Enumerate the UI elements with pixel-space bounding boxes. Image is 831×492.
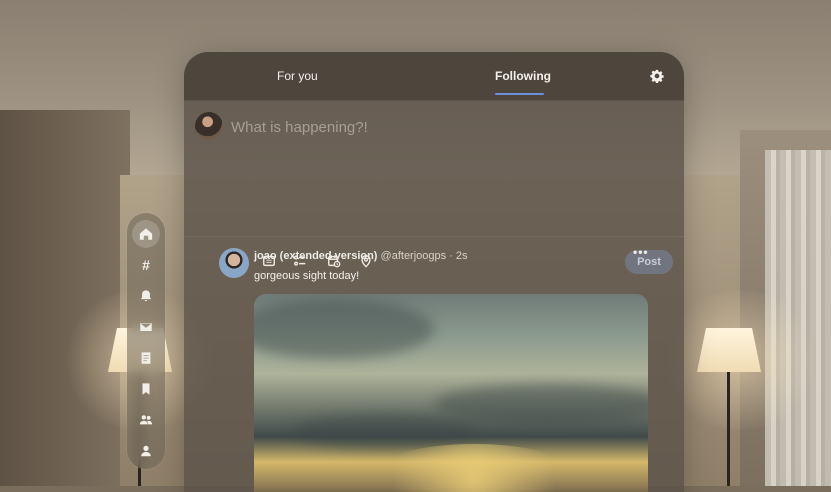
nav-bookmarks[interactable] xyxy=(132,375,160,403)
post-more-button[interactable]: ••• xyxy=(633,245,651,261)
post-text: gorgeous sight today! xyxy=(254,270,360,282)
media-cloud xyxy=(254,299,434,359)
nav-notifications[interactable] xyxy=(132,282,160,310)
nav-home[interactable] xyxy=(132,220,160,248)
list-icon xyxy=(141,352,151,364)
compose-input[interactable] xyxy=(229,114,653,140)
nav-lists[interactable] xyxy=(132,344,160,372)
people-icon xyxy=(139,415,153,425)
lamp-right-pole xyxy=(727,372,730,486)
mail-icon xyxy=(140,323,152,331)
bell-icon xyxy=(140,290,152,302)
active-tab-indicator xyxy=(495,93,544,95)
post-header: joao (extended version) @afterjoogps · 2… xyxy=(254,250,468,262)
gear-icon xyxy=(650,69,664,84)
media-cloud xyxy=(294,414,474,449)
post-author-avatar[interactable] xyxy=(219,248,249,278)
post-composer: Post xyxy=(184,100,684,274)
post-timestamp[interactable]: · 2s xyxy=(449,250,467,262)
nav-profile[interactable] xyxy=(132,437,160,465)
media-sunset-glow xyxy=(364,444,584,492)
nav-communities[interactable] xyxy=(132,406,160,434)
post-media-image[interactable] xyxy=(254,294,648,492)
nav-messages[interactable] xyxy=(132,313,160,341)
nav-explore[interactable]: # xyxy=(132,251,160,279)
side-navigation: # xyxy=(127,213,165,469)
post-author-name[interactable]: joao (extended version) xyxy=(254,250,377,262)
more-icon: ••• xyxy=(633,245,649,259)
timeline-post[interactable]: joao (extended version) @afterjoogps · 2… xyxy=(184,237,684,492)
profile-icon xyxy=(141,445,151,457)
home-icon xyxy=(139,228,153,240)
settings-button[interactable] xyxy=(650,69,664,84)
avatar[interactable] xyxy=(195,112,223,140)
hash-icon: # xyxy=(142,257,150,273)
bookmark-icon xyxy=(142,383,150,395)
tab-for-you[interactable]: For you xyxy=(277,52,318,100)
timeline-tabs: For you Following xyxy=(184,52,684,101)
timeline-window: For you Following Post joao (extended ve… xyxy=(184,52,684,492)
media-cloud xyxy=(434,384,648,424)
post-author-handle[interactable]: @afterjoogps xyxy=(381,250,447,262)
lamp-right xyxy=(697,328,761,372)
